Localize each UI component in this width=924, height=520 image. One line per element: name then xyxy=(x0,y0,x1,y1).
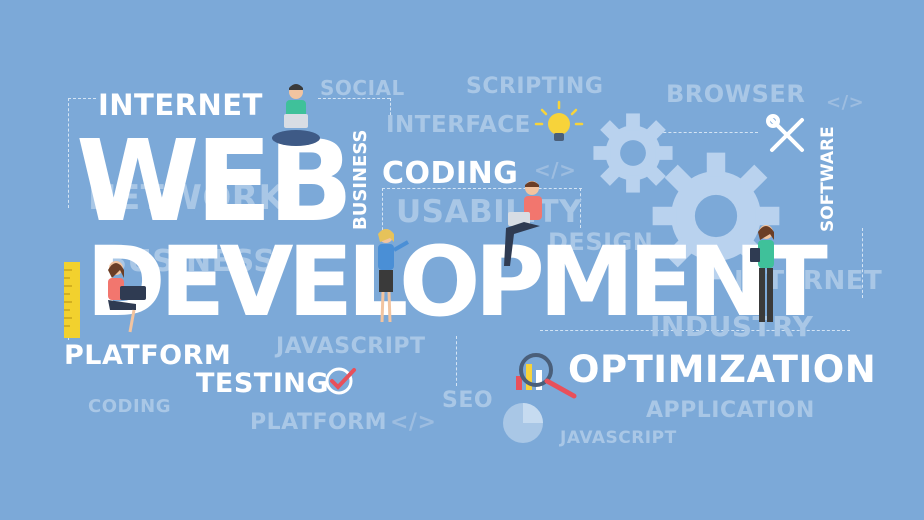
person-sitting-laptop xyxy=(108,261,146,333)
dashed-line xyxy=(68,98,69,208)
bulb-icon xyxy=(534,100,584,141)
wrench-icon xyxy=(766,114,804,152)
keyword-application: APPLICATION xyxy=(646,398,815,423)
person-sitting-laptop xyxy=(504,181,542,266)
ruler-icon xyxy=(64,262,80,338)
keyword-software-vertical: SOFTWARE xyxy=(818,126,838,232)
pie-chart-icon xyxy=(503,403,543,443)
keyword-platform: PLATFORM xyxy=(64,340,232,371)
magnifier-chart-icon xyxy=(516,353,577,399)
person-sitting-laptop xyxy=(272,84,320,146)
keyword-browser: BROWSER xyxy=(666,80,806,108)
keyword-usability: USABILITY xyxy=(396,194,583,230)
title-line-development: DEVELOPMENT xyxy=(86,226,828,338)
keyword-internet: INTERNET xyxy=(98,88,263,122)
dashed-line xyxy=(456,336,457,386)
keyword-optimization: OPTIMIZATION xyxy=(568,348,877,391)
keyword-interface: INTERFACE xyxy=(386,112,531,138)
keyword-scripting: SCRIPTING xyxy=(466,74,604,99)
person-standing xyxy=(378,229,409,323)
keyword-javascript-bottom: JAVASCRIPT xyxy=(560,428,677,448)
keyword-platform-faint: PLATFORM xyxy=(250,410,388,435)
keyword-business-vertical: BUSINESS xyxy=(350,129,371,230)
keyword-social: SOCIAL xyxy=(320,76,405,100)
illustration-canvas: SOCIAL SCRIPTING BROWSER INTERFACE USABI… xyxy=(0,0,924,520)
keyword-seo: SEO xyxy=(442,388,494,413)
dashed-line xyxy=(68,98,96,99)
checkmark-icon xyxy=(325,367,356,395)
code-tag-icon: </> xyxy=(390,410,437,435)
keyword-coding-faint: CODING xyxy=(88,396,171,417)
person-standing-tablet xyxy=(750,225,774,322)
code-tag-icon: </> xyxy=(826,92,865,113)
keyword-coding: CODING xyxy=(382,156,519,191)
keyword-testing: TESTING xyxy=(196,368,330,399)
